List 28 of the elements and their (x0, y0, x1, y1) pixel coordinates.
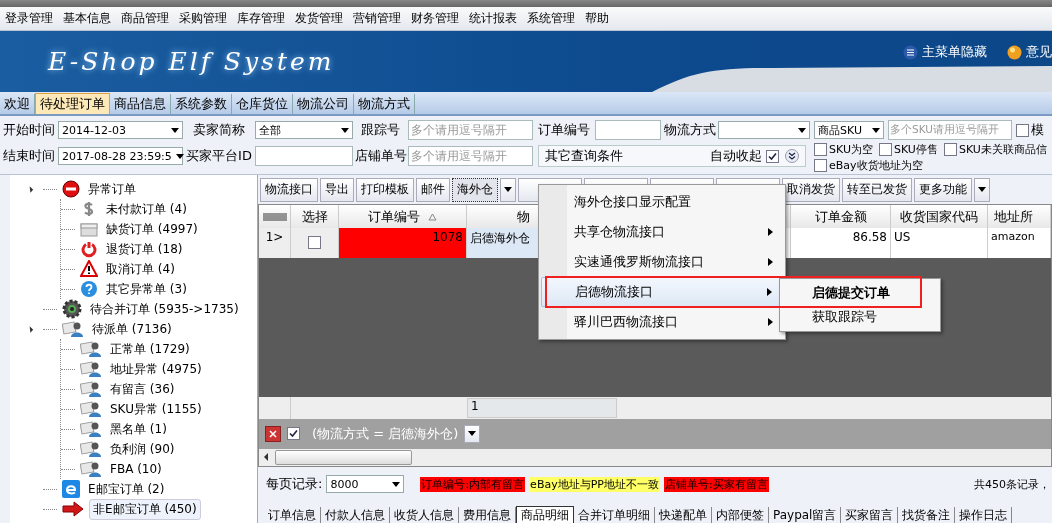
legend-label: 店铺单号:买家有留言 (663, 476, 769, 492)
checkbox-label: 模 (1031, 121, 1044, 139)
field-label: 买家平台ID (185, 147, 253, 165)
field-label: 卖家简称 (192, 121, 246, 139)
record-count: 共450条记录， (974, 476, 1051, 492)
summary-cell: 1 (467, 397, 617, 418)
field-label: 订单编号 (537, 121, 591, 139)
legend-label: 订单编号:内部有留言 (420, 476, 526, 492)
table-cell: 86.58 (791, 228, 891, 259)
field-label: 物流方式 (662, 121, 717, 139)
field-label: 店铺单号 (353, 147, 408, 165)
table-cell: US (891, 228, 988, 259)
panel-title: 其它查询条件 (545, 147, 623, 165)
legend-label: eBay地址与PP地址不一致 (529, 476, 660, 492)
field-label: 结束时间 (2, 147, 56, 165)
field-label: 跟踪号 (360, 121, 401, 139)
field-label: 开始时间 (2, 121, 56, 139)
checkbox-label: SKU未关联商品信 (958, 142, 1047, 157)
filter-text: (物流方式 = 启德海外仓) (312, 424, 459, 443)
table-cell: amazon (988, 228, 1051, 259)
checkbox-label: SKU为空 (829, 142, 873, 157)
logo-text: E-Shop Elf System (48, 47, 335, 76)
checkbox-label: 自动收起 (710, 147, 762, 165)
table-cell: 1078 (339, 228, 467, 259)
checkbox-label: eBay收货地址为空 (829, 158, 923, 173)
field-label: 每页记录: (266, 475, 323, 494)
row-number: 1> (259, 228, 291, 259)
checkbox-label: SKU停售 (893, 142, 938, 157)
